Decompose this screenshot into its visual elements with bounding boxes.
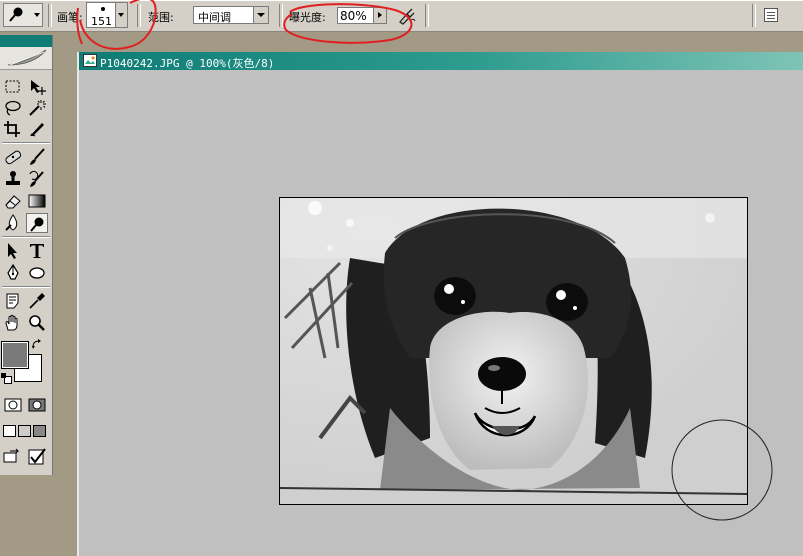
range-select[interactable]: 中间调	[193, 6, 269, 24]
history-brush-icon[interactable]	[26, 169, 48, 189]
separator	[279, 4, 283, 27]
swap-colors-icon[interactable]	[31, 338, 43, 350]
magic-wand-icon[interactable]	[26, 98, 48, 118]
foreground-color-swatch[interactable]	[1, 341, 29, 369]
dodge-icon[interactable]	[26, 213, 48, 233]
dodge-burn-icon	[9, 7, 23, 22]
separator	[2, 142, 50, 143]
screen-modes	[3, 424, 49, 438]
path-select-icon[interactable]	[2, 241, 24, 261]
chevron-down-icon[interactable]	[253, 7, 268, 23]
document-title: P1040242.JPG @ 100%(灰色/8)	[100, 57, 275, 70]
options-bar: 画笔: 151 范围: 中间调 曝光度: 80%	[0, 0, 803, 32]
exposure-value: 80%	[340, 9, 367, 23]
feather-logo-icon[interactable]	[0, 47, 52, 70]
palette-well-icon[interactable]	[764, 8, 778, 22]
notes-icon[interactable]	[2, 291, 24, 311]
clone-stamp-icon[interactable]	[2, 169, 24, 189]
range-value: 中间调	[198, 11, 231, 24]
image-document-icon	[83, 54, 97, 67]
full-screen-menu-icon[interactable]	[18, 425, 31, 437]
exposure-input[interactable]: 80%	[337, 7, 387, 24]
toolbox-titlebar[interactable]	[0, 35, 52, 47]
jump-to-imageready-icon[interactable]	[2, 447, 24, 467]
exposure-slider-arrow[interactable]	[373, 8, 386, 23]
airbrush-icon[interactable]	[397, 6, 417, 26]
crop-icon[interactable]	[2, 119, 24, 139]
separator	[2, 236, 50, 237]
lasso-icon[interactable]	[2, 98, 24, 118]
brush-tip-icon	[101, 7, 105, 11]
default-colors-icon[interactable]	[1, 373, 12, 384]
zoom-icon[interactable]	[26, 313, 48, 333]
brush-picker[interactable]: 151	[86, 2, 128, 28]
document-titlebar[interactable]: P1040242.JPG @ 100%(灰色/8)	[79, 52, 803, 70]
separator	[48, 4, 52, 27]
toolbox	[0, 35, 53, 475]
blur-icon[interactable]	[2, 213, 24, 233]
exposure-label: 曝光度:	[289, 11, 326, 24]
separator	[137, 4, 141, 27]
type-icon[interactable]	[26, 241, 48, 261]
standard-screen-icon[interactable]	[3, 425, 16, 437]
full-screen-icon[interactable]	[33, 425, 46, 437]
pen-icon[interactable]	[2, 263, 24, 283]
separator	[2, 286, 50, 287]
tool-preset-picker[interactable]	[3, 3, 43, 27]
healing-brush-icon[interactable]	[2, 147, 24, 167]
shape-icon[interactable]	[26, 263, 48, 283]
range-label: 范围:	[148, 11, 174, 24]
eyedropper-icon[interactable]	[26, 291, 48, 311]
chevron-down-icon[interactable]	[115, 3, 127, 27]
brush-label: 画笔:	[57, 11, 83, 24]
imageready-check-icon[interactable]	[26, 447, 48, 467]
move-icon[interactable]	[26, 77, 48, 97]
separator	[425, 4, 429, 27]
image-canvas[interactable]	[279, 197, 748, 505]
quick-mask-icon[interactable]	[26, 395, 48, 415]
eraser-icon[interactable]	[2, 191, 24, 211]
gradient-icon[interactable]	[26, 191, 48, 211]
slice-icon[interactable]	[26, 119, 48, 139]
standard-mode-icon[interactable]	[2, 395, 24, 415]
rect-marquee-icon[interactable]	[2, 77, 24, 97]
brush-size: 151	[91, 15, 112, 28]
hand-icon[interactable]	[2, 313, 24, 333]
dog-illustration	[280, 198, 747, 504]
chevron-down-icon	[34, 13, 40, 17]
brush-icon[interactable]	[26, 147, 48, 167]
separator	[752, 4, 756, 27]
document-window: P1040242.JPG @ 100%(灰色/8)	[77, 52, 803, 556]
